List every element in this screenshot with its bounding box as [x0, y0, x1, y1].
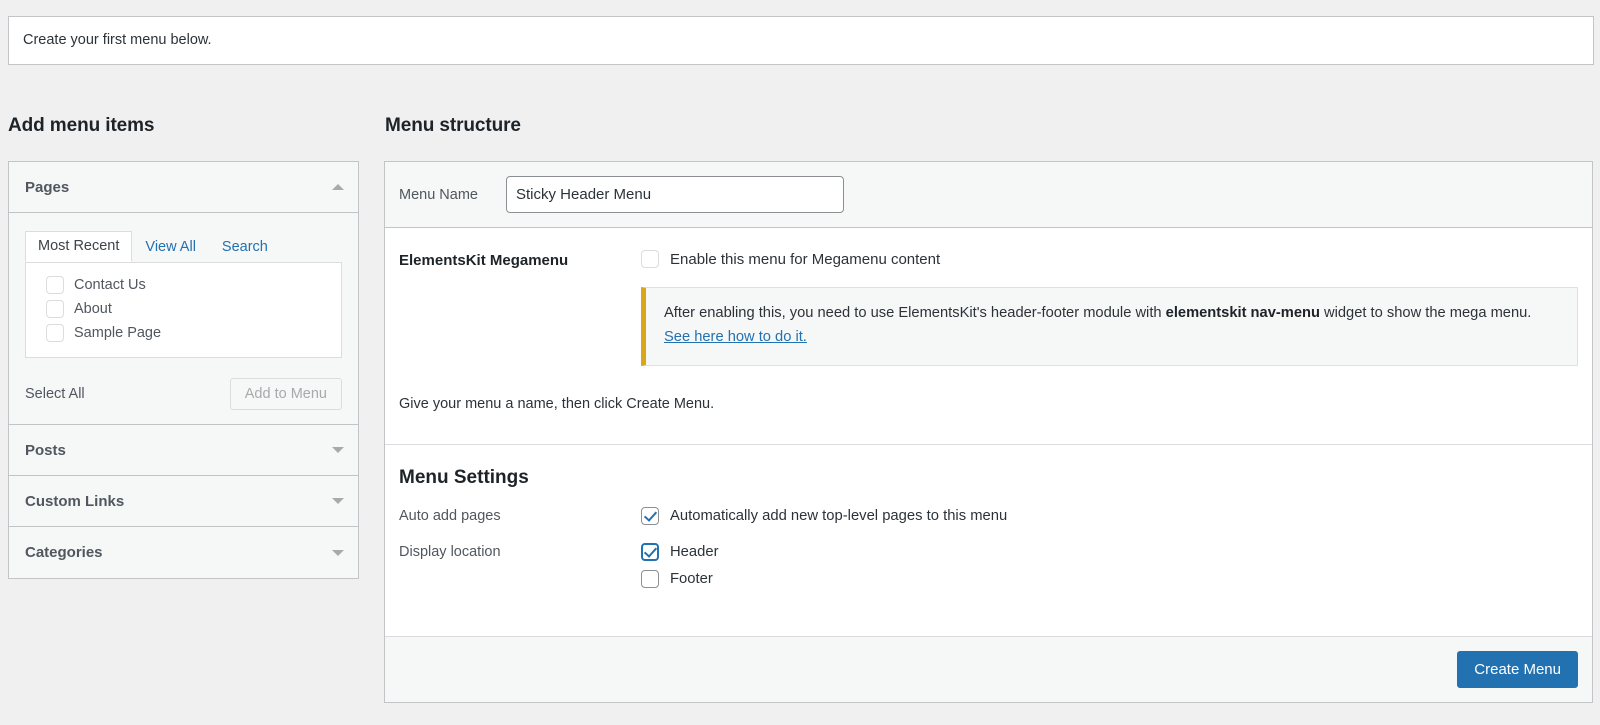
accordion-title-posts: Posts	[25, 442, 66, 459]
display-location-label: Display location	[399, 543, 641, 560]
auto-add-pages-label: Auto add pages	[399, 507, 641, 524]
elementskit-notice-text: After enabling this, you need to use Ele…	[664, 302, 1559, 350]
chevron-down-icon[interactable]	[332, 550, 344, 556]
elementskit-megamenu-row: ElementsKit Megamenu Enable this menu fo…	[399, 250, 1578, 269]
display-location-options: Header Footer	[641, 543, 719, 588]
accordion-title-categories: Categories	[25, 544, 103, 561]
location-label-header: Header	[670, 544, 719, 560]
create-menu-button[interactable]: Create Menu	[1457, 651, 1578, 688]
menu-panel-footer: Create Menu	[385, 636, 1592, 702]
accordion-header-custom-links[interactable]: Custom Links	[9, 476, 358, 527]
auto-add-option-label: Automatically add new top-level pages to…	[670, 508, 1007, 524]
menu-name-row: Menu Name	[385, 162, 1592, 228]
tab-most-recent[interactable]: Most Recent	[25, 231, 132, 262]
auto-add-option[interactable]: Automatically add new top-level pages to…	[641, 507, 1007, 525]
location-option-header[interactable]: Header	[641, 543, 719, 561]
location-option-footer[interactable]: Footer	[641, 570, 719, 588]
auto-add-pages-row: Auto add pages Automatically add new top…	[399, 507, 1578, 525]
pages-accordion-body: Most Recent View All Search Contact Us A…	[9, 213, 358, 425]
accordion-header-categories[interactable]: Categories	[9, 527, 358, 578]
list-item[interactable]: Contact Us	[38, 273, 329, 297]
menu-name-input[interactable]	[506, 176, 844, 213]
how-to-link[interactable]: See here how to do it.	[664, 329, 807, 345]
menu-structure-panel: Menu Name ElementsKit Megamenu Enable th…	[384, 161, 1593, 703]
pages-actions: Select All Add to Menu	[25, 378, 342, 410]
create-menu-hint: Give your menu a name, then click Create…	[399, 396, 1578, 412]
page-label: Sample Page	[74, 325, 161, 341]
settings-divider	[385, 444, 1592, 445]
elementskit-info-notice: After enabling this, you need to use Ele…	[641, 287, 1578, 366]
list-item[interactable]: About	[38, 297, 329, 321]
tab-search[interactable]: Search	[209, 232, 281, 262]
menu-settings-heading: Menu Settings	[399, 467, 1578, 489]
add-menu-items-panel: Pages Most Recent View All Search Contac…	[8, 161, 359, 579]
tab-view-all[interactable]: View All	[132, 232, 209, 262]
display-location-row: Display location Header Footer	[399, 543, 1578, 588]
chevron-down-icon[interactable]	[332, 498, 344, 504]
add-to-menu-button[interactable]: Add to Menu	[230, 378, 342, 410]
location-checkbox-footer[interactable]	[641, 570, 659, 588]
elementskit-label: ElementsKit Megamenu	[399, 250, 641, 269]
page-label: Contact Us	[74, 277, 146, 293]
add-menu-items-heading: Add menu items	[8, 115, 154, 137]
first-menu-notice: Create your first menu below.	[8, 16, 1594, 65]
accordion-header-pages[interactable]: Pages	[9, 162, 358, 213]
page-checkbox-about[interactable]	[46, 300, 64, 318]
menu-name-label: Menu Name	[399, 187, 506, 203]
page-label: About	[74, 301, 112, 317]
list-item[interactable]: Sample Page	[38, 321, 329, 345]
auto-add-pages-options: Automatically add new top-level pages to…	[641, 507, 1007, 525]
megamenu-enable-label: Enable this menu for Megamenu content	[670, 251, 940, 268]
notice-text: Create your first menu below.	[23, 30, 212, 52]
chevron-down-icon[interactable]	[332, 447, 344, 453]
accordion-header-posts[interactable]: Posts	[9, 425, 358, 476]
menu-structure-body: ElementsKit Megamenu Enable this menu fo…	[385, 228, 1592, 636]
accordion-title-pages: Pages	[25, 179, 69, 196]
chevron-up-icon[interactable]	[332, 184, 344, 190]
notice-lead-text: After enabling this, you need to use Ele…	[664, 305, 1166, 321]
accordion-title-custom-links: Custom Links	[25, 493, 124, 510]
auto-add-pages-checkbox[interactable]	[641, 507, 659, 525]
location-checkbox-header[interactable]	[641, 543, 659, 561]
page-checkbox-contact-us[interactable]	[46, 276, 64, 294]
megamenu-enable-checkbox[interactable]	[641, 250, 659, 268]
pages-tabs: Most Recent View All Search	[25, 231, 342, 263]
location-label-footer: Footer	[670, 571, 713, 587]
menu-structure-heading: Menu structure	[385, 115, 521, 137]
page-checkbox-sample-page[interactable]	[46, 324, 64, 342]
pages-list: Contact Us About Sample Page	[25, 262, 342, 358]
select-all-link[interactable]: Select All	[25, 386, 85, 402]
elementskit-enable-row[interactable]: Enable this menu for Megamenu content	[641, 250, 940, 268]
notice-widget-name: elementskit nav-menu	[1166, 305, 1320, 321]
notice-mid-text: widget to show the mega menu.	[1320, 305, 1531, 321]
